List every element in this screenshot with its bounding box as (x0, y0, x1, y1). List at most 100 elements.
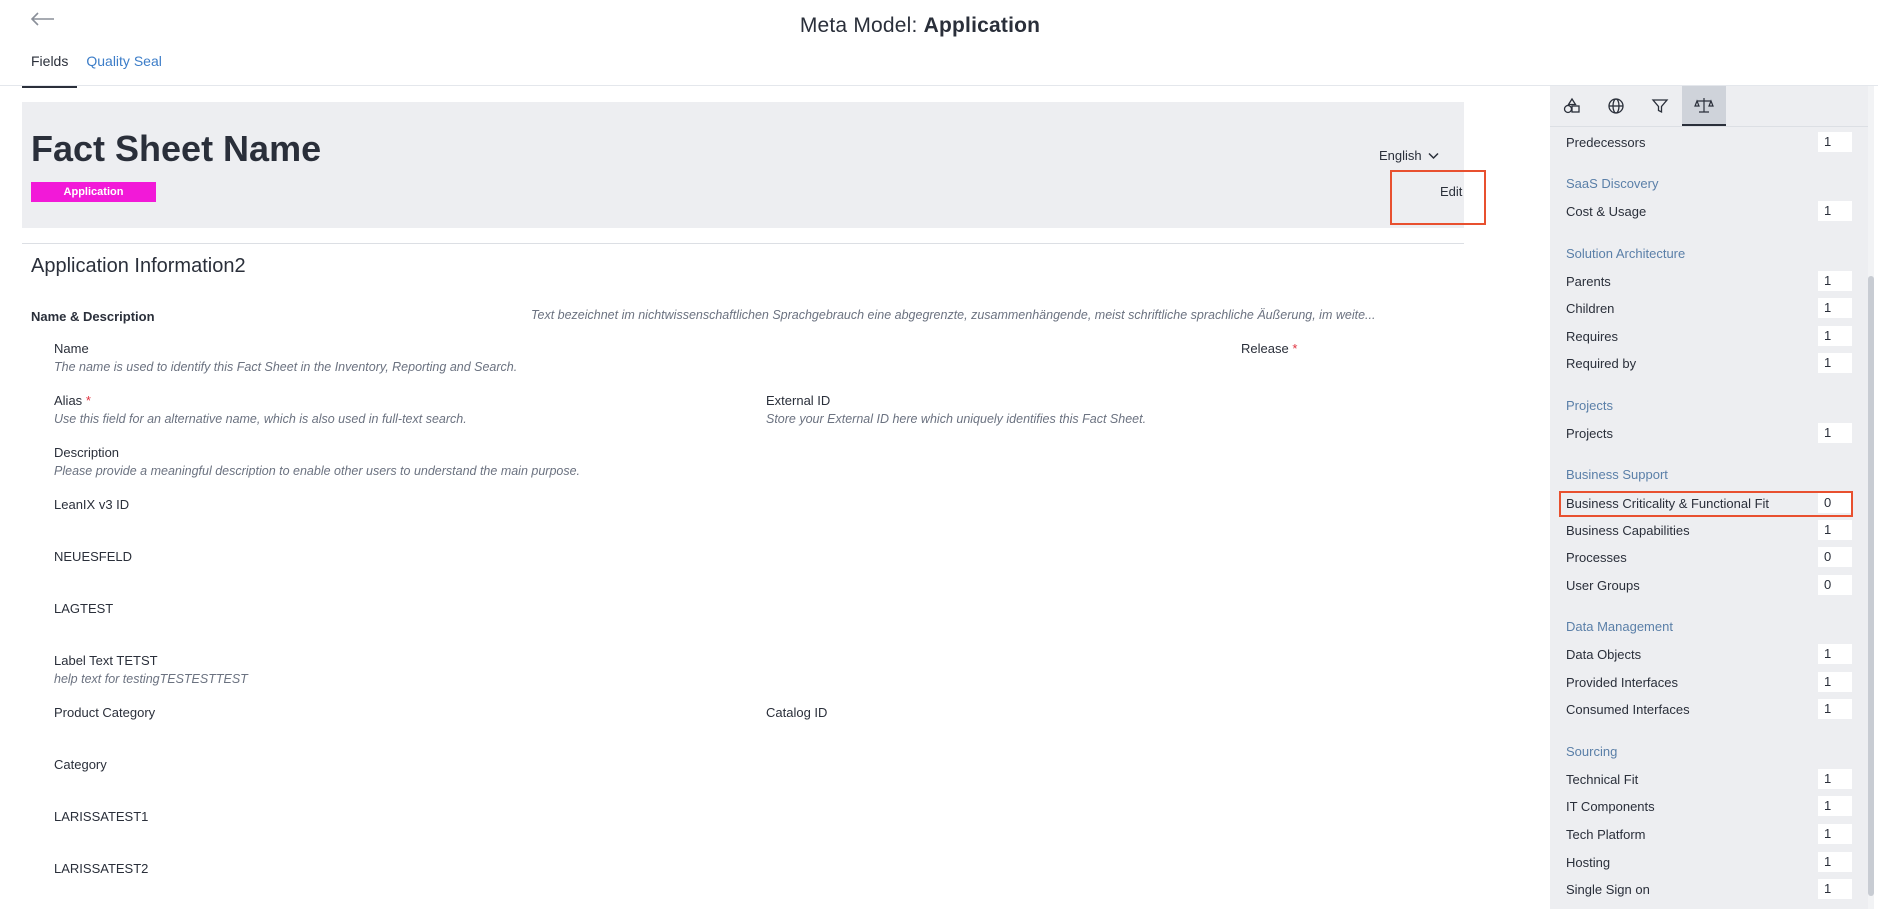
page-title-model: Application (923, 14, 1041, 37)
field-label: LARISSATEST2 (54, 861, 149, 876)
field-name[interactable]: Name The name is used to identify this F… (54, 341, 517, 374)
fact-sheet-type-badge: Application (31, 182, 156, 202)
scrollbar-thumb[interactable] (1868, 276, 1874, 896)
count-box: 1 (1818, 672, 1852, 692)
fact-sheet-name: Fact Sheet Name (31, 128, 322, 169)
tab-quality-seal[interactable]: Quality Seal (77, 50, 170, 88)
sidebar-item-processes[interactable]: Processes 0 (1566, 546, 1852, 568)
sidebar-item-data-objects[interactable]: Data Objects 1 (1566, 643, 1852, 665)
field-help: Use this field for an alternative name, … (54, 412, 467, 426)
sidebar-item-single-sign-on[interactable]: Single Sign on 1 (1566, 878, 1852, 900)
field-help: help text for testingTESTESTTEST (54, 672, 248, 686)
sidebar-item-it-components[interactable]: IT Components 1 (1566, 795, 1852, 817)
sidebar-group-saas-discovery: SaaS Discovery (1566, 176, 1659, 191)
field-help: Please provide a meaningful description … (54, 464, 581, 478)
sidebar-item-label: Technical Fit (1566, 771, 1639, 787)
field-larissatest2[interactable]: LARISSATEST2 (54, 861, 148, 876)
field-category[interactable]: Category (54, 757, 107, 772)
name-description-label: Name & Description (31, 309, 155, 324)
sidebar-item-predecessors[interactable]: Predecessors 1 (1566, 131, 1852, 153)
shapes-icon[interactable] (1550, 86, 1594, 126)
sidebar-item-label: Processes (1566, 549, 1627, 565)
field-catalog-id[interactable]: Catalog ID (766, 705, 827, 720)
field-external-id[interactable]: External ID Store your External ID here … (766, 393, 1146, 426)
field-label: LeanIX v3 ID (54, 497, 130, 512)
sidebar-group-sourcing: Sourcing (1566, 744, 1618, 759)
sidebar-item-tech-platform[interactable]: Tech Platform 1 (1566, 823, 1852, 845)
sidebar-group-solution-architecture: Solution Architecture (1566, 246, 1686, 261)
count-box: 1 (1818, 769, 1852, 789)
language-select[interactable]: English (1379, 148, 1439, 163)
field-help: The name is used to identify this Fact S… (54, 360, 518, 374)
sidebar-item-consumed-interfaces[interactable]: Consumed Interfaces 1 (1566, 698, 1852, 720)
fact-sheet-header-card: Fact Sheet Name Application English Edit (22, 102, 1464, 228)
field-lagtest[interactable]: LAGTEST (54, 601, 113, 616)
sidebar-icon-bar (1550, 86, 1726, 126)
sidebar-group-data-management: Data Management (1566, 619, 1673, 634)
field-label: Release (1241, 341, 1289, 356)
section-title: Application Information2 (31, 255, 246, 277)
field-label: External ID (766, 393, 831, 408)
edit-highlight-box (1390, 170, 1486, 225)
field-product-category[interactable]: Product Category (54, 705, 155, 720)
sidebar-scrollbar[interactable] (1868, 86, 1874, 909)
required-marker: * (85, 393, 91, 408)
sidebar-item-label: Requires (1566, 328, 1619, 344)
sidebar-item-hosting[interactable]: Hosting 1 (1566, 851, 1852, 873)
language-label: English (1379, 148, 1422, 163)
globe-icon[interactable] (1594, 86, 1638, 126)
tab-fields[interactable]: Fields (22, 50, 78, 88)
sidebar-divider (1550, 126, 1870, 127)
sidebar-group-projects: Projects (1566, 398, 1613, 413)
field-label: Catalog ID (766, 705, 828, 720)
sidebar-item-label: Predecessors (1566, 134, 1646, 150)
field-label: Description (54, 445, 120, 460)
filter-icon[interactable] (1638, 86, 1682, 126)
sidebar-item-label: Parents (1566, 273, 1611, 289)
count-box: 1 (1818, 132, 1852, 152)
count-box: 1 (1818, 796, 1852, 816)
field-leanix-v3-id[interactable]: LeanIX v3 ID (54, 497, 129, 512)
sidebar-item-label: Children (1566, 300, 1615, 316)
count-box: 1 (1818, 520, 1852, 540)
sidebar-item-parents[interactable]: Parents 1 (1566, 270, 1852, 292)
sidebar-item-label: Consumed Interfaces (1566, 701, 1690, 717)
sidebar-item-label: Hosting (1566, 854, 1611, 870)
field-description[interactable]: Description Please provide a meaningful … (54, 445, 580, 478)
sidebar-item-label: IT Components (1566, 798, 1655, 814)
sidebar-item-business-capabilities[interactable]: Business Capabilities 1 (1566, 519, 1852, 541)
sidebar-item-user-groups[interactable]: User Groups 0 (1566, 574, 1852, 596)
field-alias[interactable]: Alias * Use this field for an alternativ… (54, 393, 467, 426)
sidebar-item-label: Data Objects (1566, 646, 1642, 662)
sidebar-item-requires[interactable]: Requires 1 (1566, 325, 1852, 347)
name-description-text: Text bezeichnet im nichtwissenschaftlich… (531, 308, 1376, 322)
sidebar-item-label: Tech Platform (1566, 826, 1646, 842)
tab-bar: Fields Quality Seal (22, 50, 171, 88)
count-box: 0 (1818, 547, 1852, 567)
field-label-text-tetst[interactable]: Label Text TETST help text for testingTE… (54, 653, 248, 686)
sidebar-item-provided-interfaces[interactable]: Provided Interfaces 1 (1566, 671, 1852, 693)
sidebar-item-required-by[interactable]: Required by 1 (1566, 352, 1852, 374)
count-box: 1 (1818, 423, 1852, 443)
count-box: 1 (1818, 699, 1852, 719)
count-box: 1 (1818, 326, 1852, 346)
sidebar-item-technical-fit[interactable]: Technical Fit 1 (1566, 768, 1852, 790)
count-box: 1 (1818, 298, 1852, 318)
count-box: 0 (1818, 575, 1852, 595)
field-release[interactable]: Release * (1241, 341, 1297, 356)
sidebar-item-cost-usage[interactable]: Cost & Usage 1 (1566, 200, 1852, 222)
field-label: Category (54, 757, 107, 772)
sidebar-item-label: Provided Interfaces (1566, 674, 1679, 690)
field-label: Alias (54, 393, 83, 408)
sidebar-item-label: Business Capabilities (1566, 522, 1690, 538)
sidebar-item-projects[interactable]: Projects 1 (1566, 422, 1852, 444)
top-bar: Meta Model: Application Fields Quality S… (0, 0, 1878, 88)
sidebar-item-label: Cost & Usage (1566, 203, 1647, 219)
field-label: LAGTEST (54, 601, 114, 616)
sidebar-item-children[interactable]: Children 1 (1566, 297, 1852, 319)
field-larissatest1[interactable]: LARISSATEST1 (54, 809, 148, 824)
field-neuesfeld[interactable]: NEUESFELD (54, 549, 132, 564)
scale-icon[interactable] (1682, 86, 1726, 126)
count-box: 1 (1818, 824, 1852, 844)
count-box: 1 (1818, 879, 1852, 899)
